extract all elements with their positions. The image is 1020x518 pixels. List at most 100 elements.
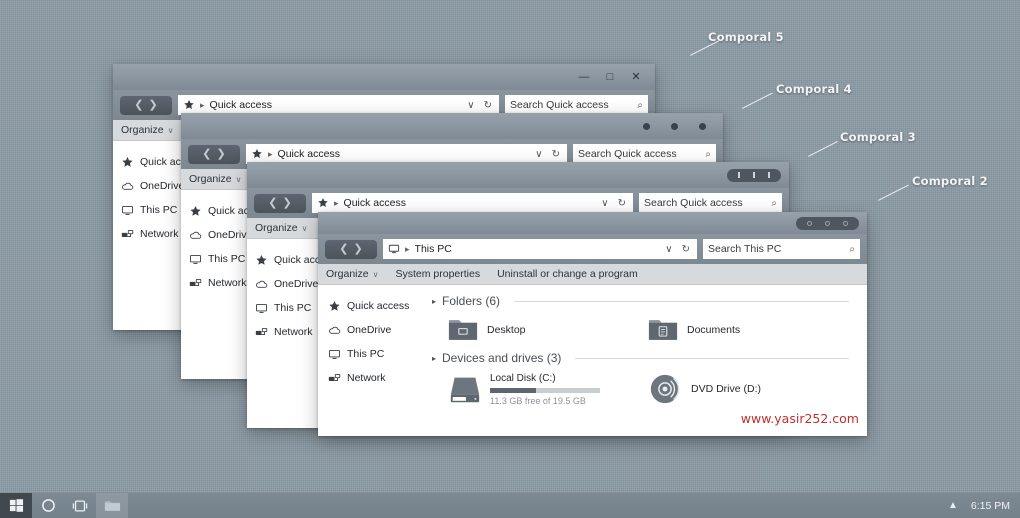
window-controls-main[interactable]: [796, 212, 867, 234]
taskbar-clock[interactable]: 6:15 PM: [971, 500, 1010, 512]
folder-desktop-icon: [448, 320, 478, 340]
minimize-icon[interactable]: [807, 220, 812, 226]
search-box-5[interactable]: Search Quick access ⌕: [505, 95, 648, 115]
chevron-down-icon: ∨: [235, 174, 242, 184]
forward-icon[interactable]: ❯: [217, 148, 226, 160]
drive-item-dvd[interactable]: DVD Drive (D:): [648, 372, 761, 406]
titlebar-main[interactable]: [318, 212, 867, 234]
capacity-bar-outer: [490, 388, 600, 393]
window-controls-4[interactable]: [643, 113, 723, 139]
minimize-icon[interactable]: —: [571, 64, 597, 90]
minimize-icon[interactable]: [738, 172, 740, 178]
chevron-down-icon[interactable]: ∨: [533, 149, 544, 160]
refresh-icon[interactable]: ↻: [680, 244, 692, 255]
forward-icon[interactable]: ❯: [354, 243, 363, 255]
sidebar-item-onedrive[interactable]: OneDrive: [328, 318, 430, 342]
address-bar-3[interactable]: ▸ Quick access ∨ ↻: [312, 193, 633, 213]
back-icon[interactable]: ❮: [339, 243, 348, 255]
refresh-icon[interactable]: ↻: [550, 149, 562, 160]
search-placeholder-main: Search This PC: [708, 243, 782, 255]
nav-pane-3[interactable]: Quick access OneDrive This PC Network: [247, 239, 336, 428]
address-value-4: Quick access: [277, 148, 340, 160]
folder-item-desktop[interactable]: Desktop: [448, 317, 648, 342]
menu-item-organize[interactable]: Organize ∨: [326, 268, 378, 280]
sidebar-item-onedrive[interactable]: OneDrive: [255, 272, 327, 296]
chevron-down-icon[interactable]: ∨: [599, 198, 610, 209]
menu-item-organize-4[interactable]: Organize ∨: [189, 173, 241, 185]
search-box-4[interactable]: Search Quick access ⌕: [573, 144, 716, 164]
expand-triangle-icon[interactable]: ▸: [432, 297, 436, 306]
drive-tiles: Local Disk (C:) 11.3 GB free of 19.5 GB: [430, 367, 859, 406]
nav-back-forward-main[interactable]: ❮ ❯: [325, 239, 377, 259]
search-box-main[interactable]: Search This PC ⌕: [703, 239, 860, 259]
forward-icon[interactable]: ❯: [283, 197, 292, 209]
maximize-icon[interactable]: [753, 172, 755, 178]
file-explorer-button[interactable]: [96, 492, 128, 518]
group-header-devices[interactable]: ▸ Devices and drives (3): [430, 351, 859, 365]
system-tray[interactable]: ▲ 6:15 PM: [948, 500, 1020, 512]
address-bar-4[interactable]: ▸ Quick access ∨ ↻: [246, 144, 567, 164]
search-icon[interactable]: ⌕: [849, 244, 855, 255]
nav-back-forward-3[interactable]: ❮ ❯: [254, 193, 306, 213]
refresh-icon[interactable]: ↻: [482, 100, 494, 111]
close-icon[interactable]: [843, 220, 848, 226]
cortana-button[interactable]: [32, 493, 64, 518]
show-hidden-icons-icon[interactable]: ▲: [948, 500, 958, 511]
window-controls-5[interactable]: — □ ✕: [571, 64, 655, 90]
nav-back-forward-4[interactable]: ❮ ❯: [188, 144, 240, 164]
sidebar-item-quick-access[interactable]: Quick access: [255, 248, 336, 272]
address-bar-main[interactable]: ▸ This PC ∨ ↻: [383, 239, 697, 259]
folder-icon: [104, 500, 120, 511]
drive-item-local-disk[interactable]: Local Disk (C:) 11.3 GB free of 19.5 GB: [448, 372, 648, 406]
close-icon[interactable]: [768, 172, 770, 178]
breadcrumb-separator: ▸: [334, 197, 339, 208]
menu-item-organize-5[interactable]: Organize ∨: [121, 124, 173, 136]
monitor-icon: [122, 205, 133, 215]
star-icon: [252, 148, 262, 158]
sidebar-item-network[interactable]: Network: [328, 366, 430, 390]
dot-controls-4[interactable]: [643, 122, 723, 130]
window-comporal-2-main[interactable]: ❮ ❯ ▸ This PC ∨ ↻ Search This PC ⌕ Organi…: [318, 212, 867, 436]
back-icon[interactable]: ❮: [268, 197, 277, 209]
start-button[interactable]: [0, 492, 32, 518]
close-icon[interactable]: ✕: [623, 64, 649, 90]
search-icon[interactable]: ⌕: [705, 149, 711, 160]
titlebar-5[interactable]: — □ ✕: [113, 64, 655, 90]
expand-triangle-icon[interactable]: ▸: [432, 354, 436, 363]
group-header-folders-label: Folders (6): [442, 294, 501, 308]
window-controls-3[interactable]: [727, 162, 789, 188]
refresh-icon[interactable]: ↻: [616, 198, 628, 209]
titlebar-3[interactable]: [247, 162, 789, 188]
pill-controls-main[interactable]: [796, 216, 859, 230]
back-icon[interactable]: ❮: [134, 99, 143, 111]
pill-controls-3[interactable]: [727, 168, 781, 182]
search-icon[interactable]: ⌕: [637, 100, 643, 111]
menubar-main[interactable]: Organize ∨ System properties Uninstall or…: [318, 264, 867, 285]
minimize-icon[interactable]: [643, 122, 650, 130]
chevron-down-icon[interactable]: ∨: [663, 244, 674, 255]
search-icon[interactable]: ⌕: [771, 198, 777, 209]
maximize-icon[interactable]: □: [597, 64, 623, 90]
taskbar[interactable]: ▲ 6:15 PM: [0, 492, 1020, 518]
sidebar-item-network[interactable]: Network: [255, 320, 327, 344]
maximize-icon[interactable]: [825, 220, 830, 226]
forward-icon[interactable]: ❯: [149, 99, 158, 111]
sidebar-item-this-pc[interactable]: This PC: [255, 296, 327, 320]
menu-item-system-properties[interactable]: System properties: [395, 268, 480, 280]
chevron-down-icon[interactable]: ∨: [465, 100, 476, 111]
back-icon[interactable]: ❮: [202, 148, 211, 160]
maximize-icon[interactable]: [671, 122, 678, 130]
menu-item-uninstall-or-change-a-program[interactable]: Uninstall or change a program: [497, 268, 638, 280]
group-header-folders[interactable]: ▸ Folders (6): [430, 294, 859, 308]
address-bar-5[interactable]: ▸ Quick access ∨ ↻: [178, 95, 499, 115]
sidebar-item-quick-access[interactable]: Quick access: [328, 294, 430, 318]
nav-back-forward-5[interactable]: ❮ ❯: [120, 95, 172, 115]
titlebar-4[interactable]: [181, 113, 723, 139]
task-view-button[interactable]: [64, 493, 96, 518]
close-icon[interactable]: [699, 122, 706, 130]
nav-pane-main[interactable]: Quick access OneDrive This PC Network: [318, 285, 430, 430]
menu-item-organize-3[interactable]: Organize ∨: [255, 222, 307, 234]
folder-item-documents[interactable]: Documents: [648, 317, 740, 342]
search-box-3[interactable]: Search Quick access ⌕: [639, 193, 782, 213]
sidebar-item-this-pc[interactable]: This PC: [328, 342, 430, 366]
